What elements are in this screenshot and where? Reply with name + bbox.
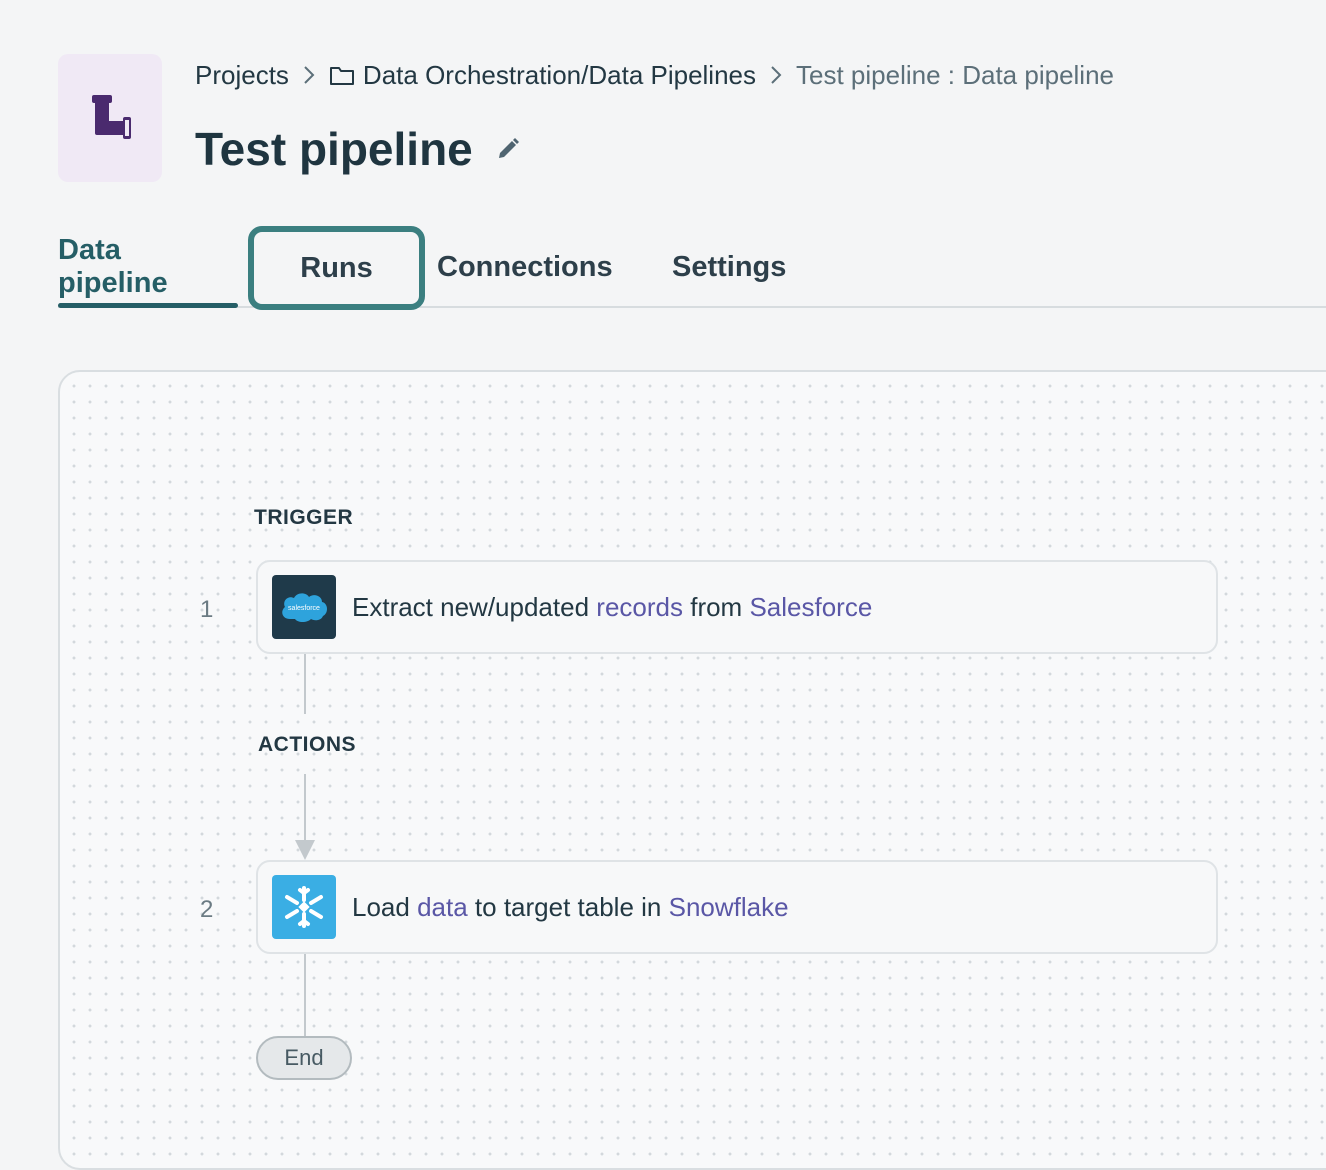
tab-label: Data pipeline [58,234,168,299]
tab-connections[interactable]: Connections [437,226,613,308]
connector-line [304,774,306,844]
data-datapill-link[interactable]: data [417,892,468,922]
edit-title-button[interactable] [495,136,521,162]
trigger-step-card[interactable]: salesforce Extract new/updated records f… [256,560,1218,654]
trigger-section-label: TRIGGER [254,506,354,529]
page-title-row: Test pipeline [195,118,521,180]
breadcrumb-current: Test pipeline : Data pipeline [796,59,1114,90]
step-number: 2 [200,896,214,923]
tab-bar: Data pipeline Runs Connections Settings [58,226,1326,310]
action-step-card[interactable]: Load data to target table in Snowflake [256,860,1218,954]
action-step-description: Load data to target table in Snowflake [352,892,789,923]
tab-settings[interactable]: Settings [672,226,786,308]
end-label: End [284,1045,324,1070]
step-number: 1 [200,596,214,623]
tab-runs[interactable]: Runs [248,226,425,310]
step-text-part: Extract new/updated [352,591,590,622]
end-node: End [256,1036,352,1080]
folder-icon [329,64,355,86]
salesforce-icon: salesforce [272,575,336,639]
connector-line [304,954,306,1036]
step-text-part: Load [352,891,410,922]
breadcrumb-projects-link[interactable]: Projects [195,60,289,91]
snowflake-app-link[interactable]: Snowflake [669,892,789,922]
tab-label: Runs [300,251,373,284]
pipe-icon [92,95,131,139]
salesforce-logo-text: salesforce [288,605,320,612]
chevron-right-icon [303,65,315,85]
step-text-part: from [690,591,743,622]
pipeline-canvas[interactable]: TRIGGER 1 salesforce Extract new/updated… [58,370,1326,1170]
page-title: Test pipeline [195,123,473,175]
snowflake-icon [272,875,336,939]
trigger-step-description: Extract new/updated records from Salesfo… [352,592,872,623]
app-icon-tile [58,54,162,182]
records-datapill-link[interactable]: records [596,592,683,622]
tab-label: Connections [437,250,613,283]
connector-line [304,654,306,714]
salesforce-app-link[interactable]: Salesforce [749,592,872,622]
step-text-part: to target table in [474,891,662,922]
tab-label: Settings [672,250,787,283]
chevron-right-icon [770,65,782,85]
pencil-icon [498,138,519,158]
actions-section-label: ACTIONS [258,733,356,756]
active-tab-indicator [58,303,238,308]
breadcrumb-folder-link[interactable]: Data Orchestration/Data Pipelines [363,60,756,91]
arrow-down-icon [295,840,315,860]
breadcrumb: Projects Data Orchestration/Data Pipelin… [195,58,1114,92]
tab-data-pipeline[interactable]: Data pipeline [58,226,238,308]
